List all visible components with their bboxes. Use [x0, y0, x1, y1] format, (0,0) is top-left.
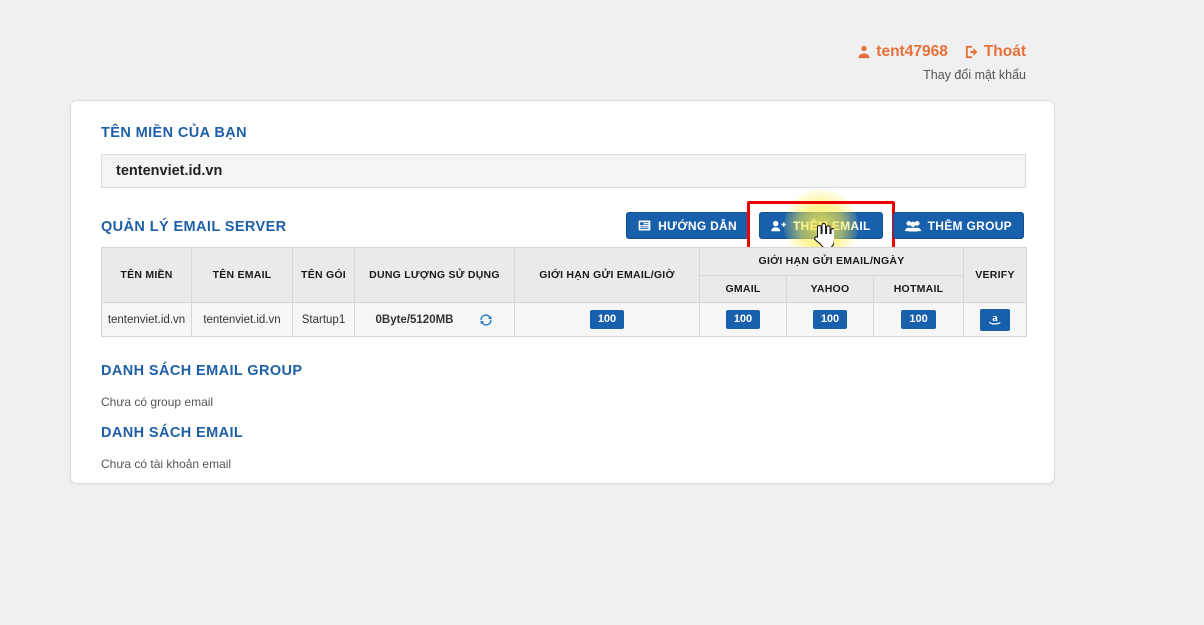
- col-hotmail-header: HOTMAIL: [872, 274, 965, 304]
- add-group-button-label: THÊM GROUP: [927, 218, 1012, 233]
- cell-limit-hour: 100: [514, 302, 700, 338]
- refresh-icon[interactable]: [479, 313, 493, 327]
- logout-label: Thoát: [983, 43, 1026, 60]
- add-email-button-wrap: THÊM EMAIL: [746, 188, 895, 263]
- email-list-heading: DANH SÁCH EMAIL: [101, 425, 244, 441]
- table-row: tentenviet.id.vn tentenviet.id.vn Startu…: [101, 302, 1028, 338]
- gmail-limit-badge[interactable]: 100: [725, 310, 761, 330]
- usage-value: 0Byte/5120MB: [375, 313, 454, 326]
- domain-section-heading: TÊN MIỀN CỦA BẠN: [101, 125, 248, 141]
- svg-text:a: a: [992, 312, 998, 324]
- account-link[interactable]: tent47968: [857, 44, 948, 60]
- guide-button-wrap: HƯỚNG DẪN: [626, 212, 749, 239]
- add-group-button[interactable]: THÊM GROUP: [892, 212, 1024, 239]
- username-label: tent47968: [876, 43, 948, 60]
- add-group-button-wrap: THÊM GROUP: [892, 212, 1024, 239]
- main-panel: TÊN MIỀN CỦA BẠN tentenviet.id.vn QUẢN L…: [70, 100, 1055, 484]
- domain-value-field: tentenviet.id.vn: [101, 154, 1026, 188]
- col-domain-header: TÊN MIỀN: [101, 246, 192, 304]
- email-server-table: TÊN MIỀN TÊN EMAIL TÊN GÓI DUNG LƯỢNG SỬ…: [101, 246, 1028, 338]
- limit-hour-badge[interactable]: 100: [589, 310, 625, 330]
- user-icon: [857, 45, 871, 59]
- col-package-header: TÊN GÓI: [292, 246, 355, 304]
- cell-yahoo: 100: [786, 302, 874, 338]
- cell-usage: 0Byte/5120MB: [354, 302, 515, 338]
- guide-icon: [638, 220, 651, 231]
- col-gmail-header: GMAIL: [699, 274, 787, 304]
- table-header-row-1: TÊN MIỀN TÊN EMAIL TÊN GÓI DUNG LƯỢNG SỬ…: [101, 246, 1028, 304]
- user-bar: tent47968 Thoát Thay đổi mật khẩu: [857, 44, 1026, 81]
- email-server-heading: QUẢN LÝ EMAIL SERVER: [101, 219, 287, 235]
- domain-value-text: tentenviet.id.vn: [116, 163, 223, 179]
- guide-button[interactable]: HƯỚNG DẪN: [626, 212, 749, 239]
- cell-domain: tentenviet.id.vn: [101, 302, 192, 338]
- col-yahoo-header: YAHOO: [786, 274, 874, 304]
- change-password-link[interactable]: Thay đổi mật khẩu: [857, 68, 1026, 82]
- col-email-header: TÊN EMAIL: [191, 246, 293, 304]
- verify-button[interactable]: a: [980, 308, 1011, 331]
- col-verify-header: VERIFY: [963, 246, 1028, 304]
- add-email-button[interactable]: THÊM EMAIL: [758, 212, 883, 239]
- logout-link[interactable]: Thoát: [965, 44, 1026, 60]
- hotmail-limit-badge[interactable]: 100: [901, 310, 936, 330]
- col-usage-header: DUNG LƯỢNG SỬ DỤNG: [354, 246, 515, 304]
- user-bar-primary-row: tent47968 Thoát: [857, 44, 1026, 60]
- cell-package: Startup1: [292, 302, 355, 338]
- cell-gmail: 100: [699, 302, 787, 338]
- email-server-actions: HƯỚNG DẪN THÊM EMAIL THÊM GROUP: [626, 188, 1024, 263]
- col-limit-hour-header: GIỚI HẠN GỬI EMAIL/GIỜ: [514, 246, 700, 304]
- add-group-icon: [904, 220, 921, 232]
- cell-email: tentenviet.id.vn: [191, 302, 293, 338]
- group-list-heading: DANH SÁCH EMAIL GROUP: [101, 363, 303, 379]
- col-limit-day-header: GIỚI HẠN GỬI EMAIL/NGÀY: [698, 247, 965, 276]
- group-list-empty-text: Chưa có group email: [101, 395, 214, 409]
- cell-verify: a: [963, 302, 1028, 338]
- email-list-empty-text: Chưa có tài khoản email: [101, 457, 232, 471]
- add-user-icon: [771, 220, 786, 232]
- yahoo-limit-badge[interactable]: 100: [812, 310, 848, 330]
- guide-button-label: HƯỚNG DẪN: [658, 218, 737, 233]
- add-email-button-label: THÊM EMAIL: [792, 218, 871, 233]
- amazon-icon: a: [987, 311, 1003, 329]
- sign-out-icon: [965, 45, 979, 59]
- cell-hotmail: 100: [872, 302, 965, 338]
